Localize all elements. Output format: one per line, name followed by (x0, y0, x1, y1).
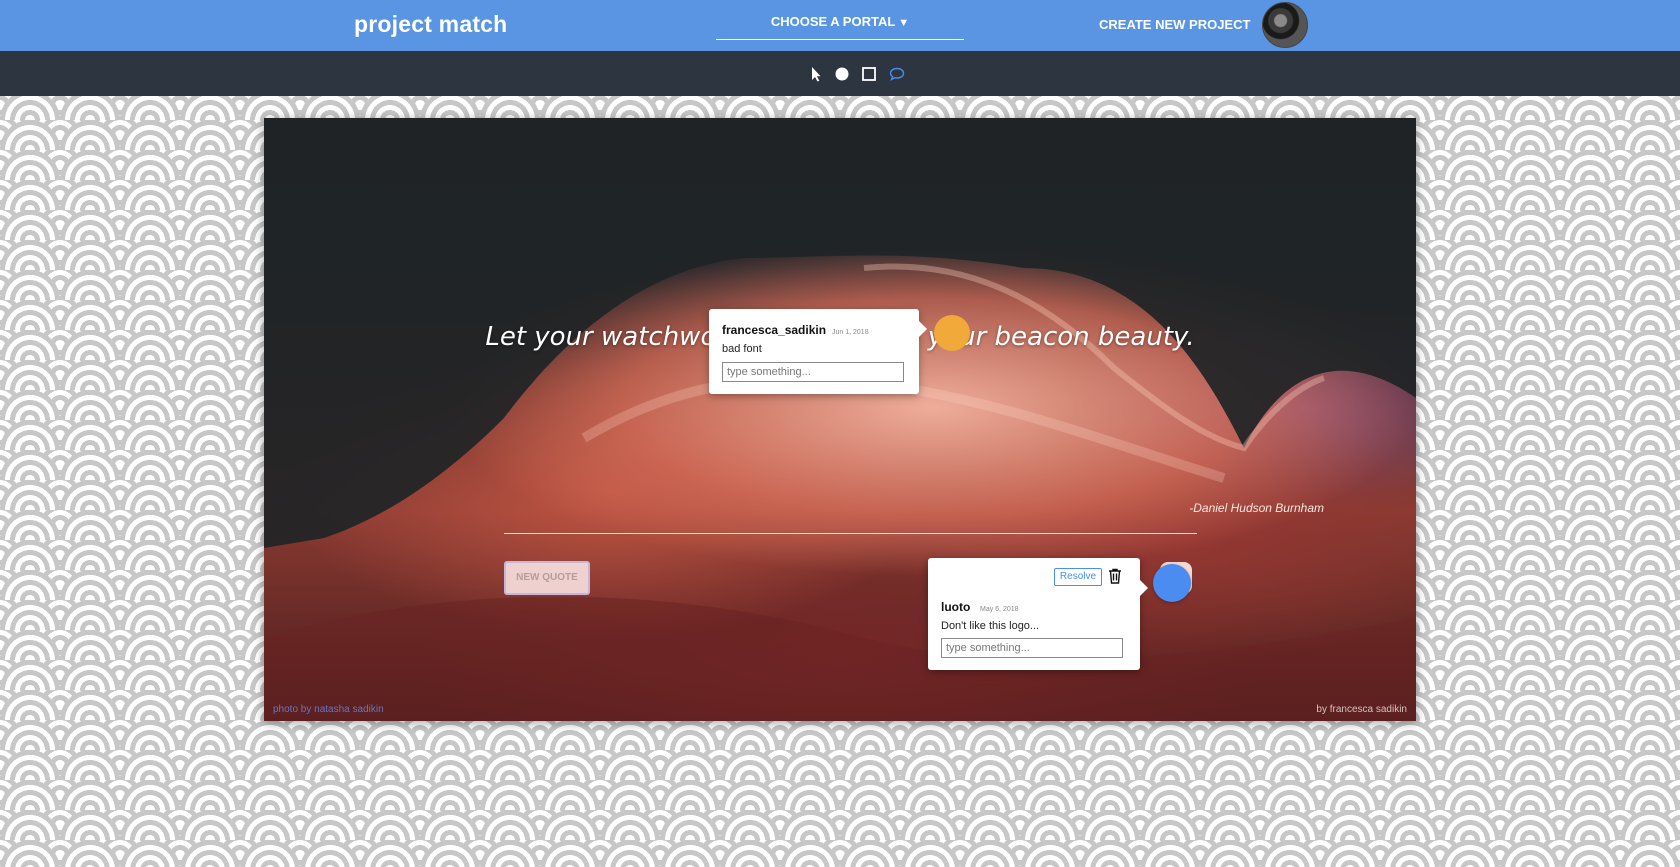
avatar[interactable] (1262, 2, 1308, 48)
photo-credit[interactable]: photo by natasha sadikin (273, 704, 384, 715)
top-navbar: project match CHOOSE A PORTAL ▼ CREATE NE… (0, 0, 1680, 51)
author-credit: by francesca sadikin (1316, 704, 1407, 715)
comment-reply-input[interactable] (941, 638, 1123, 658)
comment-pin-orange[interactable] (934, 315, 970, 351)
comment-text: bad font (722, 343, 762, 355)
comment-popover-1: francesca_sadikin Jun 1, 2018 bad font (709, 309, 927, 394)
brand-logo[interactable]: project match (354, 11, 507, 38)
canyon-photo (264, 118, 1416, 721)
design-canvas[interactable]: Let your watchword be order and your bea… (264, 118, 1416, 721)
quote-author: -Daniel Hudson Burnham (1189, 501, 1324, 515)
circle-icon[interactable] (834, 66, 850, 82)
resolve-button[interactable]: Resolve (1054, 568, 1102, 586)
choose-portal-label: CHOOSE A PORTAL (770, 14, 896, 29)
comment-user: luoto (941, 600, 971, 614)
comment-icon[interactable] (889, 66, 905, 82)
comment-text: Don't like this logo... (941, 620, 1040, 632)
create-new-project-button[interactable]: CREATE NEW PROJECT (1099, 17, 1250, 32)
choose-portal-dropdown[interactable]: CHOOSE A PORTAL ▼ (716, 14, 964, 40)
new-quote-button[interactable]: NEW QUOTE (504, 561, 590, 595)
pointer-icon[interactable] (808, 66, 824, 82)
trash-icon[interactable] (1108, 568, 1122, 584)
square-icon[interactable] (861, 66, 877, 82)
comment-reply-input[interactable] (722, 362, 904, 382)
drawing-toolbar (0, 51, 1680, 96)
comment-date: May 6, 2018 (980, 606, 1019, 613)
comment-user: francesca_sadikin (722, 323, 827, 337)
caret-down-icon: ▼ (898, 17, 910, 29)
popover-arrow (1140, 580, 1148, 596)
comment-pin-blue[interactable] (1153, 564, 1191, 602)
comment-popover-2: Resolve luoto May 6, 2018 Don't like thi… (928, 558, 1148, 670)
comment-date: Jun 1, 2018 (832, 329, 869, 336)
popover-arrow (919, 321, 927, 337)
divider (504, 533, 1197, 534)
